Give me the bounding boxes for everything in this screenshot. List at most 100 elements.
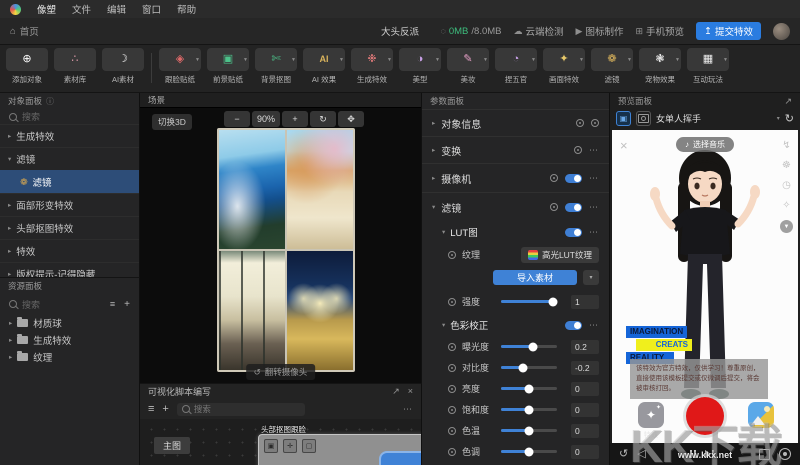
- more-options-icon[interactable]: ⋯: [589, 202, 599, 213]
- chevron-down-icon[interactable]: ▼: [387, 57, 392, 63]
- chevron-down-icon[interactable]: ▼: [675, 57, 680, 63]
- chevron-down-icon[interactable]: ▾: [432, 203, 435, 211]
- object-item-effect[interactable]: ▸ 特效: [0, 239, 139, 262]
- submit-effect-button[interactable]: ↥ 提交特效: [696, 22, 761, 40]
- object-item-filter-selected[interactable]: ❁ 滤镜: [0, 170, 139, 193]
- filter-list-icon[interactable]: ≡: [110, 299, 115, 310]
- toolbar-item-material-library[interactable]: ∴素材库: [52, 48, 98, 85]
- toolbar-item-pet-effect[interactable]: ❃▼宠物效果: [637, 48, 683, 85]
- more-options-icon[interactable]: ⋯: [589, 173, 599, 184]
- flip-camera-button[interactable]: ↺ 翻转摄像头: [246, 364, 316, 380]
- slider-thumb[interactable]: [549, 297, 558, 306]
- zoom-level[interactable]: 90%: [252, 111, 280, 127]
- pan-hand-icon[interactable]: ✥: [338, 111, 364, 127]
- close-icon[interactable]: ×: [408, 386, 413, 397]
- camera-mode-button[interactable]: [636, 111, 651, 126]
- chevron-down-icon[interactable]: ▾: [442, 228, 445, 236]
- object-item-head-matting[interactable]: ▸ 头部抠图特效: [0, 216, 139, 239]
- chevron-down-icon[interactable]: ▼: [195, 57, 200, 63]
- menu-file[interactable]: 文件: [72, 2, 91, 16]
- refresh-icon[interactable]: ↻: [785, 112, 794, 125]
- menu-icon[interactable]: ≡: [148, 403, 154, 415]
- chevron-down-icon[interactable]: ▼: [435, 57, 440, 63]
- toolbar-item-face-reshape[interactable]: ◑▼美型: [397, 48, 443, 85]
- toolbar-item-interactive-play[interactable]: ▦▼互动玩法: [685, 48, 731, 85]
- lut-subsection[interactable]: ▾ LUT图 ⋯: [422, 221, 609, 243]
- record-button[interactable]: [686, 397, 724, 435]
- keyframe-icon[interactable]: [448, 251, 456, 259]
- param-slider[interactable]: [501, 408, 557, 411]
- slider-value[interactable]: -0.2: [571, 361, 599, 375]
- color-correction-toggle[interactable]: [565, 321, 582, 330]
- chevron-down-icon[interactable]: ▾: [442, 321, 445, 329]
- slider-value[interactable]: 0: [571, 403, 599, 417]
- slider-value[interactable]: 0: [571, 382, 599, 396]
- album-button[interactable]: [748, 402, 774, 428]
- pose-selector-dropdown[interactable]: 女单人挥手 ▾: [656, 112, 780, 125]
- chevron-right-icon[interactable]: ▸: [8, 201, 11, 209]
- chevron-right-icon[interactable]: ▸: [432, 174, 435, 182]
- toolbar-item-makeup[interactable]: ✎▼美妆: [445, 48, 491, 85]
- chevron-right-icon[interactable]: ▸: [432, 146, 435, 154]
- canvas-image-ocean[interactable]: [219, 130, 285, 249]
- pop-out-icon[interactable]: ↗: [784, 96, 792, 107]
- import-material-button[interactable]: 导入素材: [493, 270, 577, 285]
- chevron-right-icon[interactable]: ▸: [8, 247, 11, 255]
- solo-icon[interactable]: [550, 203, 558, 211]
- chevron-down-icon[interactable]: ▼: [627, 57, 632, 63]
- loop-icon[interactable]: ↺: [619, 449, 628, 460]
- close-overlay-icon[interactable]: ×: [620, 138, 628, 153]
- flash-off-icon[interactable]: ↯: [782, 140, 790, 151]
- menu-window[interactable]: 窗口: [142, 2, 161, 16]
- section-transform[interactable]: ▸ 变换 ⋯: [422, 136, 609, 163]
- toolbar-item-ai-material[interactable]: ☽AI素材: [100, 48, 146, 85]
- keyframe-icon[interactable]: [448, 364, 456, 372]
- zoom-out-button[interactable]: −: [224, 111, 250, 127]
- strength-value[interactable]: 1: [571, 295, 599, 309]
- record-indicator-icon[interactable]: [779, 448, 791, 460]
- menu-edit[interactable]: 编辑: [107, 2, 126, 16]
- chevron-down-icon[interactable]: ▼: [339, 57, 344, 63]
- add-resource-button[interactable]: +: [124, 299, 130, 310]
- slider-thumb[interactable]: [525, 384, 534, 393]
- resource-search-input[interactable]: 搜索: [22, 298, 40, 311]
- chevron-right-icon[interactable]: ▸: [8, 224, 11, 232]
- object-item-generate-effect[interactable]: ▸ 生成特效: [0, 124, 139, 147]
- chevron-down-icon[interactable]: ▼: [531, 57, 536, 63]
- canvas-image-grid[interactable]: [217, 128, 355, 372]
- chevron-right-icon[interactable]: ▸: [9, 353, 12, 361]
- strength-slider[interactable]: [501, 300, 557, 303]
- section-camera[interactable]: ▸ 摄像机 ⋯: [422, 163, 609, 192]
- chevron-right-icon[interactable]: ▸: [432, 119, 435, 127]
- switch-3d-button[interactable]: 切换3D: [152, 114, 192, 130]
- beautify-wand-icon[interactable]: ✧: [782, 200, 790, 211]
- lut-toggle[interactable]: [565, 228, 582, 237]
- keyframe-icon[interactable]: [448, 343, 456, 351]
- chevron-down-icon[interactable]: ▾: [8, 155, 11, 163]
- object-item-face-deform[interactable]: ▸ 面部形变特效: [0, 193, 139, 216]
- toolbar-item-add-object[interactable]: ⊕添加对象: [4, 48, 50, 85]
- visibility-icon[interactable]: [591, 119, 599, 127]
- menu-help[interactable]: 帮助: [177, 2, 196, 16]
- home-button[interactable]: ⌂ 首页: [10, 24, 39, 38]
- section-object-info[interactable]: ▸ 对象信息: [422, 109, 609, 136]
- toolbar-item-filter[interactable]: ❁▼滤镜: [589, 48, 635, 85]
- canvas-image-stairway[interactable]: [287, 130, 353, 249]
- canvas-image-night-street[interactable]: [287, 251, 353, 370]
- timer-icon[interactable]: ◷: [782, 180, 791, 191]
- import-dropdown-button[interactable]: ▾: [583, 270, 599, 285]
- object-search-input[interactable]: 搜索: [0, 109, 139, 124]
- zoom-in-button[interactable]: +: [282, 111, 308, 127]
- image-port-icon[interactable]: ▣: [264, 439, 278, 453]
- rotate-icon[interactable]: ↻: [310, 111, 336, 127]
- param-slider[interactable]: [501, 345, 557, 348]
- keyframe-icon[interactable]: [448, 406, 456, 414]
- toolbar-item-generate-effect[interactable]: ❉▼生成特效: [349, 48, 395, 85]
- select-music-button[interactable]: ♪ 选择音乐: [676, 137, 734, 152]
- resource-folder-item[interactable]: ▸生成特效: [0, 331, 139, 348]
- texture-value-chip[interactable]: 高光LUT纹理: [521, 247, 599, 263]
- pause-button[interactable]: [690, 450, 696, 458]
- slider-thumb[interactable]: [525, 426, 534, 435]
- keyframe-icon[interactable]: [448, 298, 456, 306]
- icon-maker-button[interactable]: ▶ 图标制作: [576, 24, 624, 38]
